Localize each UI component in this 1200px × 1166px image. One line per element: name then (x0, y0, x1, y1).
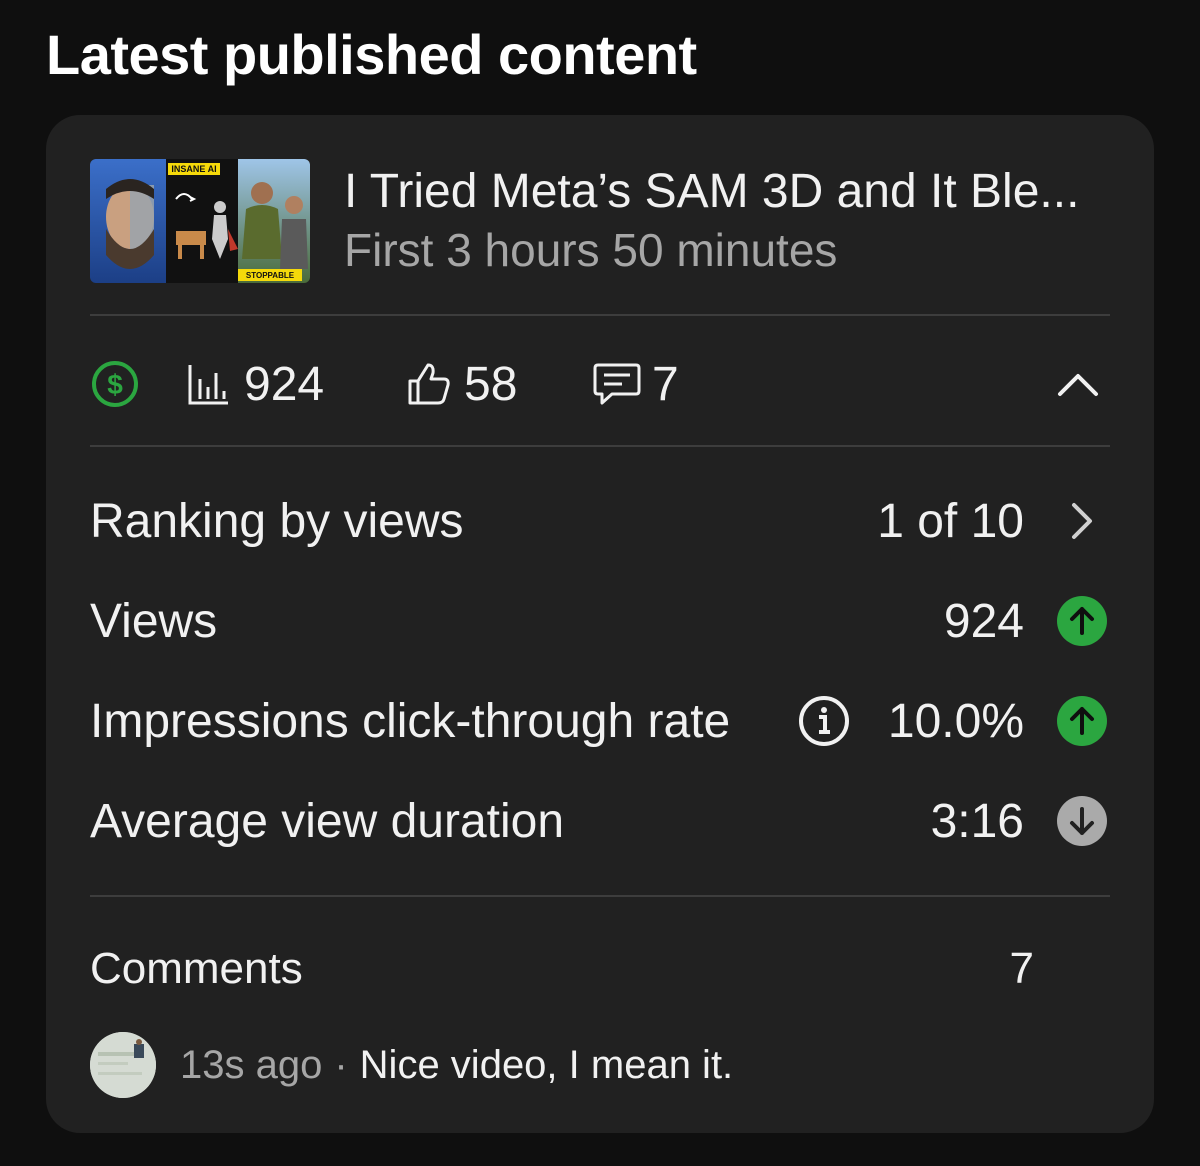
comment-icon (593, 363, 641, 405)
comments-count: 7 (652, 357, 679, 411)
svg-text:$: $ (107, 369, 123, 400)
thumbnail-image: INSANE AI STOPPABLE (90, 159, 310, 283)
metric-value: 1 of 10 (877, 494, 1024, 548)
metric-label: Ranking by views (90, 494, 464, 548)
stats-row: $ 924 58 7 (90, 352, 1110, 416)
latest-content-card: INSANE AI STOPPABLE I Tried Meta’s SAM 3… (46, 115, 1154, 1133)
info-button[interactable] (798, 695, 850, 752)
comment-separator: · (334, 1042, 348, 1087)
comments-stat: 7 (592, 357, 712, 412)
likes-stat: 58 (406, 357, 592, 412)
likes-count: 58 (464, 357, 518, 411)
metric-label: Impressions click-through rate (90, 694, 731, 748)
views-stat: 924 (186, 357, 406, 412)
arrow-up-circle-icon (1056, 595, 1108, 647)
metric-label: Views (90, 594, 218, 648)
video-title[interactable]: I Tried Meta’s SAM 3D and It Ble... (344, 163, 1079, 221)
info-icon (799, 696, 849, 746)
page-title: Latest published content (46, 23, 697, 86)
metric-ctr: Impressions click-through rate 10.0% (90, 689, 1110, 753)
dollar-circle-icon: $ (92, 361, 138, 407)
divider (90, 895, 1110, 897)
video-time-window: First 3 hours 50 minutes (344, 224, 838, 276)
bar-chart-icon (188, 365, 228, 405)
video-row[interactable]: INSANE AI STOPPABLE I Tried Meta’s SAM 3… (90, 159, 1110, 283)
metric-value: 3:16 (930, 794, 1024, 848)
comment-text: Nice video, I mean it. (359, 1042, 734, 1087)
avatar (90, 1032, 156, 1098)
arrow-up-circle-icon (1056, 695, 1108, 747)
comments-label: Comments (90, 944, 303, 993)
comment-time: 13s ago (180, 1042, 323, 1087)
metric-value: 924 (943, 594, 1024, 648)
metric-value: 10.0% (887, 694, 1024, 748)
thumbs-up-icon (408, 363, 450, 405)
comments-total: 7 (1009, 944, 1034, 993)
metric-views: Views 924 (90, 589, 1110, 653)
video-info: I Tried Meta’s SAM 3D and It Ble... Firs… (344, 163, 1079, 279)
comments-header[interactable]: Comments 7 (90, 937, 1110, 1001)
arrow-down-circle-icon (1056, 795, 1108, 847)
chevron-right-icon (1056, 495, 1108, 547)
divider (90, 445, 1110, 447)
metric-avg-duration: Average view duration 3:16 (90, 789, 1110, 853)
chevron-up-icon (1058, 374, 1098, 396)
video-thumbnail[interactable]: INSANE AI STOPPABLE (90, 159, 310, 283)
views-count: 924 (244, 357, 325, 411)
monetization-status[interactable]: $ (90, 359, 186, 409)
metric-ranking[interactable]: Ranking by views 1 of 10 (90, 489, 1110, 553)
thumbnail-badge-bottom: STOPPABLE (246, 271, 295, 280)
metric-label: Average view duration (90, 794, 565, 848)
thumbnail-badge-top: INSANE AI (171, 164, 216, 174)
divider (90, 314, 1110, 316)
collapse-button[interactable] (1056, 362, 1100, 411)
latest-comment[interactable]: 13s ago · Nice video, I mean it. (90, 1031, 1110, 1099)
